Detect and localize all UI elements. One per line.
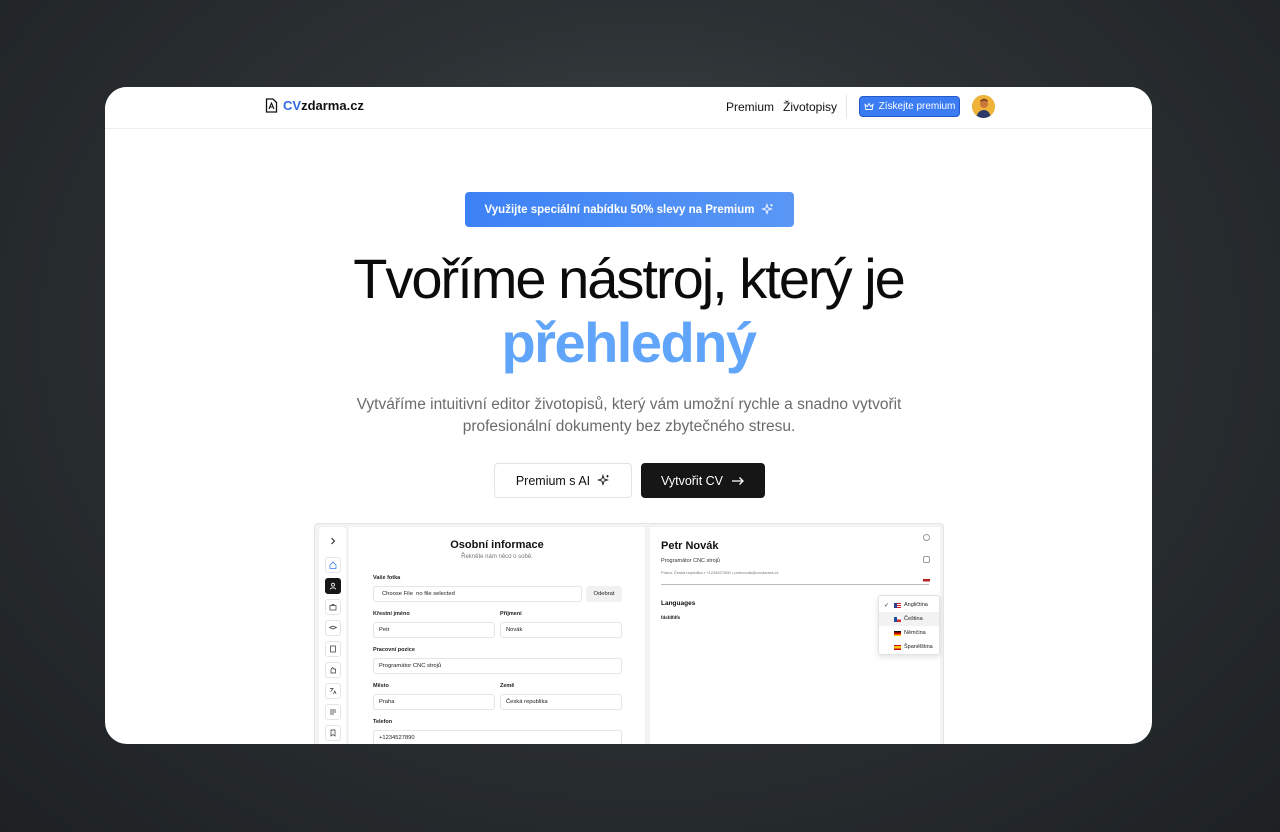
browser-window: CVzdarma.cz Premium Životopisy Získejte … (105, 87, 1152, 744)
top-navigation: CVzdarma.cz Premium Životopisy Získejte … (105, 87, 1152, 129)
form-subtitle: Řekněte nám něco o sobě. (461, 554, 533, 560)
arrow-right-icon (732, 476, 744, 485)
promo-banner[interactable]: Využijte speciální nabídku 50% slevy na … (465, 192, 794, 227)
hero-headline-accent: přehledný (501, 311, 757, 374)
cv-language-item: fdsfdfdfs (661, 615, 681, 620)
logo-suffix: zdarma.cz (301, 98, 364, 113)
get-premium-button[interactable]: Získejte premium (859, 96, 960, 117)
nav-link-premium[interactable]: Premium (726, 100, 774, 114)
briefcase-icon[interactable] (325, 599, 341, 615)
photo-file-input[interactable]: Choose File no file selected (373, 586, 582, 602)
remove-photo-button[interactable]: Odebrat (586, 586, 622, 602)
template-icon[interactable] (923, 556, 930, 563)
cz-flag-icon (894, 616, 901, 622)
editor-preview: Osobní informace Řekněte nám něco o sobě… (314, 523, 944, 744)
home-icon[interactable] (325, 557, 341, 573)
us-flag-icon (894, 602, 901, 608)
chevron-right-icon[interactable] (325, 533, 341, 549)
document-icon (265, 98, 278, 113)
nav-divider (846, 95, 847, 119)
hero-subtext: Vytváříme intuitivní editor životopisů, … (356, 396, 902, 435)
first-name-field[interactable]: Petr (373, 622, 495, 638)
country-field[interactable]: Česká republika (500, 694, 622, 710)
form-title: Osobní informace (450, 539, 544, 551)
bookmark-icon[interactable] (325, 725, 341, 741)
language-option-spanish[interactable]: Španělština (879, 640, 939, 654)
language-dropdown: ✓ Angličtina Čeština Němčina Španělština (878, 595, 940, 655)
editor-sidebar (319, 527, 346, 744)
check-icon: ✓ (884, 602, 890, 609)
premium-ai-button[interactable]: Premium s AI (494, 463, 632, 498)
user-avatar[interactable] (972, 95, 995, 118)
sparkles-icon (761, 203, 774, 215)
position-label: Pracovní pozice (373, 647, 415, 653)
cv-divider (661, 584, 929, 585)
language-option-czech[interactable]: Čeština (879, 612, 939, 626)
phone-label: Telefon (373, 719, 393, 725)
no-file-text: no file selected (416, 591, 455, 597)
personal-info-form: Osobní informace Řekněte nám něco o sobě… (349, 527, 645, 744)
get-premium-label: Získejte premium (878, 101, 956, 112)
us-flag-icon[interactable] (923, 579, 930, 584)
position-field[interactable]: Programátor CNC strojů (373, 658, 622, 674)
de-flag-icon (894, 630, 901, 636)
cv-job-title: Programátor CNC strojů (661, 558, 720, 564)
language-option-english[interactable]: ✓ Angličtina (879, 598, 939, 612)
last-name-label: Příjmení (500, 611, 522, 617)
create-cv-button[interactable]: Vytvořit CV (641, 463, 765, 498)
hand-icon[interactable] (325, 662, 341, 678)
site-logo[interactable]: CVzdarma.cz (265, 98, 364, 113)
translate-icon[interactable] (325, 683, 341, 699)
country-label: Země (500, 683, 515, 689)
cv-preview-panel: Petr Novák Programátor CNC strojů Praha,… (650, 527, 940, 744)
first-name-label: Křestní jméno (373, 611, 410, 617)
hero-headline: Tvoříme nástroj, který je (353, 247, 906, 310)
create-cv-label: Vytvořit CV (660, 473, 724, 488)
choose-file-text: Choose File (382, 591, 413, 597)
photo-label: Vaše fotka (373, 575, 401, 581)
crown-icon (864, 102, 874, 110)
promo-text: Využijte speciální nabídku 50% slevy na … (484, 203, 755, 216)
graduation-cap-icon[interactable] (325, 620, 341, 636)
city-field[interactable]: Praha (373, 694, 495, 710)
cv-section-languages: Languages (661, 600, 696, 607)
person-icon[interactable] (325, 578, 341, 594)
phone-field[interactable]: +1234527890 (373, 730, 622, 744)
logo-prefix: CV (283, 98, 302, 113)
palette-icon[interactable] (923, 534, 930, 541)
last-name-field[interactable]: Novák (500, 622, 622, 638)
lines-icon[interactable] (325, 704, 341, 720)
premium-ai-label: Premium s AI (515, 473, 591, 488)
nav-link-zivotopisy[interactable]: Životopisy (783, 100, 837, 114)
es-flag-icon (894, 644, 901, 650)
language-option-german[interactable]: Němčina (879, 626, 939, 640)
cv-contact: Praha, Česká republika • +1234527890 • p… (661, 570, 779, 575)
document-icon[interactable] (325, 641, 341, 657)
cv-name: Petr Novák (661, 540, 719, 552)
city-label: Město (373, 683, 389, 689)
sparkles-icon (597, 474, 610, 486)
